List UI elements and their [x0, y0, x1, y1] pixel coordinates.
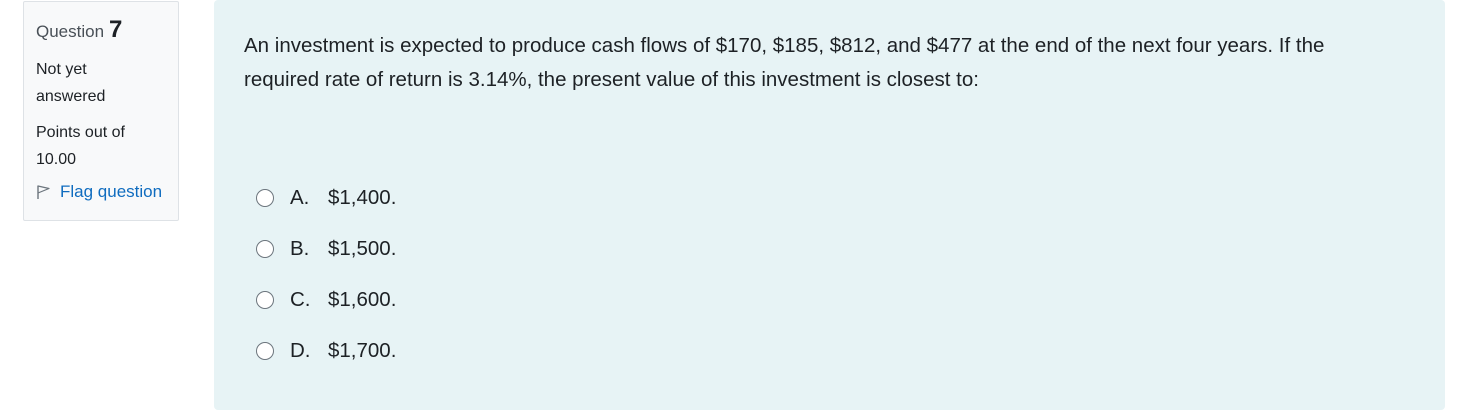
answer-option-d[interactable]: D. $1,700.	[256, 333, 396, 369]
question-info-panel: Question 7 Not yet answered Points out o…	[23, 1, 179, 221]
question-state-line-2: answered	[36, 88, 106, 105]
answer-letter: A.	[290, 186, 310, 209]
question-state-line-1: Not yet	[36, 61, 87, 78]
answer-option-c[interactable]: C. $1,600.	[256, 282, 396, 318]
answer-text: $1,500.	[328, 237, 397, 260]
flag-question-label: Flag question	[60, 182, 163, 201]
answer-option-b[interactable]: B. $1,500.	[256, 231, 396, 267]
radio-button-b[interactable]	[256, 240, 274, 258]
question-grade: Points out of 10.00	[36, 119, 166, 173]
question-text: An investment is expected to produce cas…	[244, 34, 1325, 91]
answer-letter: C.	[290, 288, 311, 311]
question-number-heading: Question 7	[36, 16, 166, 44]
answer-options: A. $1,400. B. $1,500. C. $1,600. D. $1,7…	[256, 180, 396, 384]
answer-text: $1,400.	[328, 186, 397, 209]
flag-question-button[interactable]: Flag question	[36, 182, 166, 202]
question-grade-line-2: 10.00	[36, 151, 77, 168]
radio-button-c[interactable]	[256, 291, 274, 309]
radio-button-a[interactable]	[256, 189, 274, 207]
radio-button-d[interactable]	[256, 342, 274, 360]
quiz-page: Question 7 Not yet answered Points out o…	[0, 0, 1466, 418]
question-content: An investment is expected to produce cas…	[214, 0, 1445, 410]
answer-text: $1,700.	[328, 339, 397, 362]
answer-text: $1,600.	[328, 288, 397, 311]
answer-letter: D.	[290, 339, 311, 362]
question-number: 7	[109, 16, 123, 43]
question-grade-line-1: Points out of	[36, 124, 125, 141]
question-label: Question	[36, 22, 105, 41]
flag-icon	[36, 184, 52, 200]
question-state: Not yet answered	[36, 56, 166, 110]
answer-option-a[interactable]: A. $1,400.	[256, 180, 396, 216]
answer-letter: B.	[290, 237, 310, 260]
